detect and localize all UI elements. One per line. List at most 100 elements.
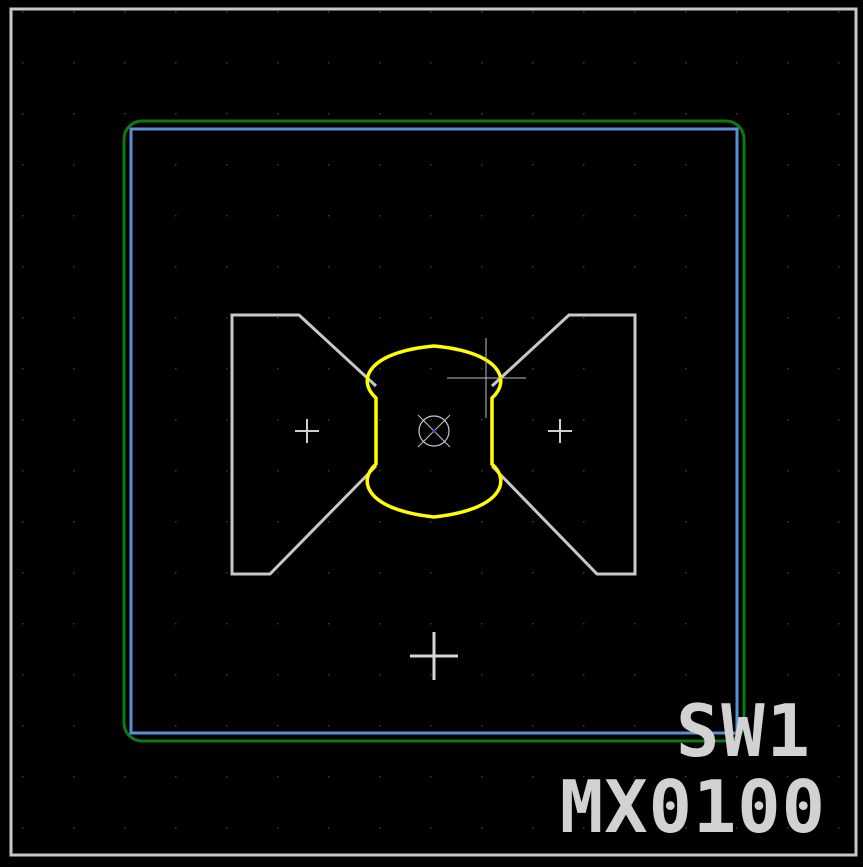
grid-dot	[226, 419, 228, 421]
grid-dot	[583, 317, 585, 319]
grid-dot	[838, 368, 840, 370]
grid-dot	[22, 164, 24, 166]
grid-dot	[532, 164, 534, 166]
grid-dot	[226, 776, 228, 778]
grid-dot	[532, 368, 534, 370]
grid-dot	[430, 674, 432, 676]
grid-dot	[73, 11, 75, 13]
grid-dot	[430, 266, 432, 268]
grid-dot	[328, 521, 330, 523]
grid-dot	[481, 368, 483, 370]
grid-dot	[685, 164, 687, 166]
grid-dot	[532, 725, 534, 727]
grid-dot	[583, 419, 585, 421]
grid-dot	[277, 776, 279, 778]
grid-dot	[73, 317, 75, 319]
grid-dot	[736, 62, 738, 64]
grid-dot	[787, 674, 789, 676]
grid-dot	[175, 521, 177, 523]
grid-dot	[379, 317, 381, 319]
grid-dot	[226, 11, 228, 13]
grid-dot	[838, 215, 840, 217]
grid-dot	[175, 470, 177, 472]
grid-dot	[838, 164, 840, 166]
grid-dot	[685, 11, 687, 13]
grid-dot	[430, 572, 432, 574]
grid-dot	[685, 623, 687, 625]
grid-dot	[328, 11, 330, 13]
grid-dot	[328, 164, 330, 166]
grid-dot	[787, 368, 789, 370]
grid-dot	[328, 62, 330, 64]
grid-dot	[73, 62, 75, 64]
grid-dot	[532, 11, 534, 13]
grid-dot	[430, 317, 432, 319]
grid-dot	[73, 674, 75, 676]
grid-dot	[124, 776, 126, 778]
grid-dot	[838, 266, 840, 268]
grid-dot	[787, 317, 789, 319]
grid-dot	[532, 266, 534, 268]
grid-dot	[277, 725, 279, 727]
pin-marker-right	[548, 419, 572, 443]
grid-dot	[685, 572, 687, 574]
footprint-view[interactable]: SW1 MX0100	[0, 0, 863, 862]
grid-dot	[73, 725, 75, 727]
grid-dot	[685, 419, 687, 421]
grid-dot	[583, 11, 585, 13]
grid-dot	[22, 266, 24, 268]
grid-dot	[634, 11, 636, 13]
grid-dot	[73, 266, 75, 268]
grid-dot	[532, 521, 534, 523]
grid-dot	[736, 11, 738, 13]
grid-dot	[481, 113, 483, 115]
grid-dot	[838, 521, 840, 523]
grid-dot	[328, 776, 330, 778]
grid-dot	[532, 62, 534, 64]
grid-dot	[175, 368, 177, 370]
grid-dot	[22, 62, 24, 64]
grid-dot	[379, 113, 381, 115]
grid-dot	[430, 470, 432, 472]
grid-dot	[226, 266, 228, 268]
grid-dot	[685, 266, 687, 268]
grid-dot	[175, 572, 177, 574]
grid-dot	[226, 572, 228, 574]
grid-dot	[379, 164, 381, 166]
grid-dot	[277, 317, 279, 319]
grid-dot	[328, 623, 330, 625]
grid-dot	[634, 674, 636, 676]
grid-dot	[379, 572, 381, 574]
grid-dot	[22, 776, 24, 778]
grid-dot	[634, 164, 636, 166]
grid-dot	[481, 215, 483, 217]
grid-dot	[328, 572, 330, 574]
grid-dot	[175, 776, 177, 778]
grid-dot	[277, 266, 279, 268]
grid-dot	[73, 827, 75, 829]
grid-dot	[175, 725, 177, 727]
grid-dot	[277, 11, 279, 13]
grid-dot	[22, 725, 24, 727]
grid-dot	[379, 623, 381, 625]
grid-dot	[532, 113, 534, 115]
grid-dot	[379, 266, 381, 268]
grid-dot	[430, 419, 432, 421]
pcb-footprint-canvas[interactable]: SW1 MX0100	[0, 0, 863, 862]
grid-dot	[175, 113, 177, 115]
grid-dot	[532, 470, 534, 472]
grid-dot	[481, 776, 483, 778]
grid-dot	[787, 266, 789, 268]
grid-dot	[787, 11, 789, 13]
grid-dot	[277, 113, 279, 115]
grid-dot	[787, 572, 789, 574]
grid-dot	[277, 470, 279, 472]
grid-dot	[175, 62, 177, 64]
grid-dot	[430, 623, 432, 625]
grid-dot	[22, 674, 24, 676]
grid-dot	[328, 725, 330, 727]
grid-dot	[226, 215, 228, 217]
grid-dot	[22, 827, 24, 829]
grid-dot	[787, 62, 789, 64]
grid-dot	[124, 62, 126, 64]
